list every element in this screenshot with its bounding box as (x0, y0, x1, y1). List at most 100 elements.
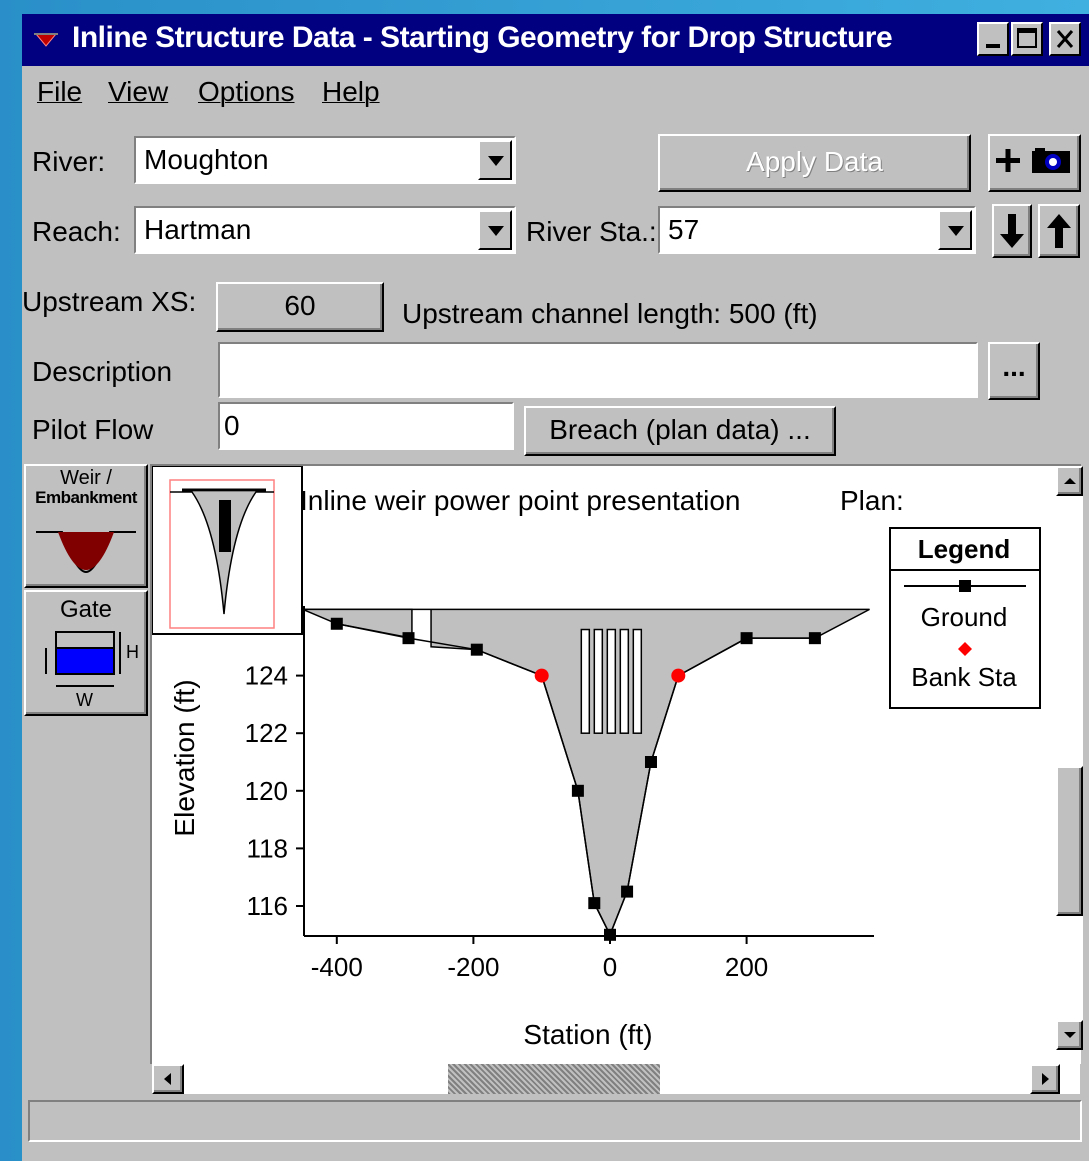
chart-plan-label: Plan: (840, 485, 904, 516)
ground-point (740, 632, 753, 645)
bank-station-point (534, 668, 549, 683)
ground-point (571, 784, 584, 797)
description-label: Description (32, 356, 173, 387)
arrow-down-icon (1000, 214, 1024, 248)
add-snapshot-button[interactable] (988, 134, 1081, 192)
description-input[interactable] (218, 342, 978, 398)
ground-point (330, 617, 343, 630)
legend-title: Legend (918, 534, 1010, 564)
close-button[interactable] (1049, 22, 1081, 56)
arrow-up-icon (1047, 214, 1071, 248)
ground-point (808, 632, 821, 645)
vertical-scroll-thumb[interactable] (1056, 766, 1083, 916)
river-label: River: (32, 146, 106, 177)
minimize-button[interactable] (977, 22, 1009, 56)
hecras-window-icon (34, 33, 58, 47)
apply-data-button[interactable]: Apply Data (658, 134, 971, 192)
gate-opening (632, 628, 643, 734)
chevron-down-icon[interactable] (938, 210, 972, 250)
reach-label: Reach: (32, 216, 121, 247)
chevron-right-icon (1042, 1073, 1049, 1085)
gate-label: Gate (59, 596, 113, 623)
left-deck-fill (302, 608, 413, 640)
close-icon (1056, 30, 1074, 48)
ground-point (588, 897, 601, 910)
cross-section-chart[interactable]: Inline weir power point presentation Pla… (152, 466, 1056, 1054)
y-tick-label: 116 (247, 891, 288, 921)
y-tick-label: 118 (247, 833, 288, 863)
plan-thumbnail[interactable] (152, 466, 303, 635)
scroll-left-button[interactable] (152, 1064, 184, 1094)
next-station-up-button[interactable] (1038, 204, 1080, 258)
status-bar (28, 1100, 1082, 1142)
menu-view[interactable]: View (108, 76, 168, 108)
menu-file[interactable]: File (37, 76, 82, 108)
river-sta-value: 57 (668, 214, 700, 245)
scroll-right-button[interactable] (1030, 1064, 1060, 1094)
weir-label-1: Weir / (60, 467, 112, 489)
chart-title: Inline weir power point presentation (300, 485, 740, 516)
plot-area: 116 118 120 122 124 -400 -200 0 200 (245, 606, 874, 982)
chart-legend: Legend Ground Bank Sta (889, 527, 1041, 709)
add-camera-icons (996, 148, 1070, 173)
scroll-down-button[interactable] (1056, 1020, 1083, 1050)
pilot-flow-value: 0 (224, 410, 240, 441)
upstream-xs-button[interactable]: 60 (216, 282, 384, 332)
weir-embankment-icon (36, 531, 136, 574)
gate-h-label: H (126, 642, 139, 662)
upstream-channel-length: Upstream channel length: 500 (ft) (402, 298, 818, 329)
legend-ground-marker (959, 580, 971, 592)
description-browse-button[interactable]: ... (988, 342, 1040, 400)
horizontal-scrollbar[interactable] (152, 1064, 1080, 1094)
menu-bar: File View Options Help (22, 70, 1089, 114)
ground-point (621, 885, 634, 898)
gate-opening (619, 628, 630, 734)
y-tick-label: 120 (245, 776, 288, 806)
river-select[interactable]: Moughton (134, 136, 516, 184)
gate-w-label: W (76, 690, 93, 710)
bank-station-point (671, 668, 686, 683)
pilot-flow-input[interactable]: 0 (218, 402, 514, 450)
x-tick-label: -200 (447, 952, 499, 982)
cross-section-plot-panel[interactable]: Inline weir power point presentation Pla… (150, 464, 1083, 1064)
next-station-down-button[interactable] (992, 204, 1032, 258)
window-title: Inline Structure Data - Starting Geometr… (72, 21, 893, 54)
maximize-icon (1017, 28, 1037, 48)
pilot-flow-label: Pilot Flow (32, 414, 154, 445)
gate-button[interactable]: Gate H W (24, 590, 148, 716)
scroll-up-button[interactable] (1056, 466, 1083, 496)
x-tick-label: -400 (311, 952, 363, 982)
legend-bank-label: Bank Sta (911, 662, 1017, 692)
gate-opening (580, 628, 591, 734)
reach-value: Hartman (144, 214, 252, 245)
y-tick-label: 122 (245, 718, 288, 748)
ground-point (470, 643, 483, 656)
gate-opening (606, 628, 617, 734)
horizontal-scroll-thumb[interactable] (448, 1064, 660, 1094)
menu-help[interactable]: Help (322, 76, 380, 108)
river-value: Moughton (144, 144, 269, 175)
legend-ground-label: Ground (921, 602, 1008, 632)
weir-label-2: Embankment (35, 488, 137, 507)
gate-opening (593, 628, 604, 734)
maximize-button[interactable] (1011, 22, 1043, 56)
chevron-down-icon[interactable] (478, 140, 512, 180)
menu-options[interactable]: Options (198, 76, 295, 108)
river-sta-select[interactable]: 57 (658, 206, 976, 254)
chart-y-axis-label: Elevation (ft) (169, 679, 200, 836)
river-sta-label: River Sta.: (526, 216, 657, 247)
y-tick-label: 124 (245, 661, 288, 691)
x-tick-label: 0 (603, 952, 617, 982)
reach-select[interactable]: Hartman (134, 206, 516, 254)
vertical-scrollbar[interactable] (1056, 466, 1083, 1050)
plus-icon (996, 149, 1020, 172)
x-tick-label: 200 (725, 952, 768, 982)
camera-icon (1032, 148, 1070, 173)
title-bar[interactable]: Inline Structure Data - Starting Geometr… (22, 14, 1089, 66)
breach-plan-data-button[interactable]: Breach (plan data) ... (524, 406, 836, 456)
weir-embankment-button[interactable]: Weir / Embankment (24, 464, 148, 588)
upstream-xs-label: Upstream XS: (22, 286, 197, 317)
chevron-down-icon[interactable] (478, 210, 512, 250)
ground-point (402, 632, 415, 645)
chevron-up-icon (1064, 478, 1076, 484)
